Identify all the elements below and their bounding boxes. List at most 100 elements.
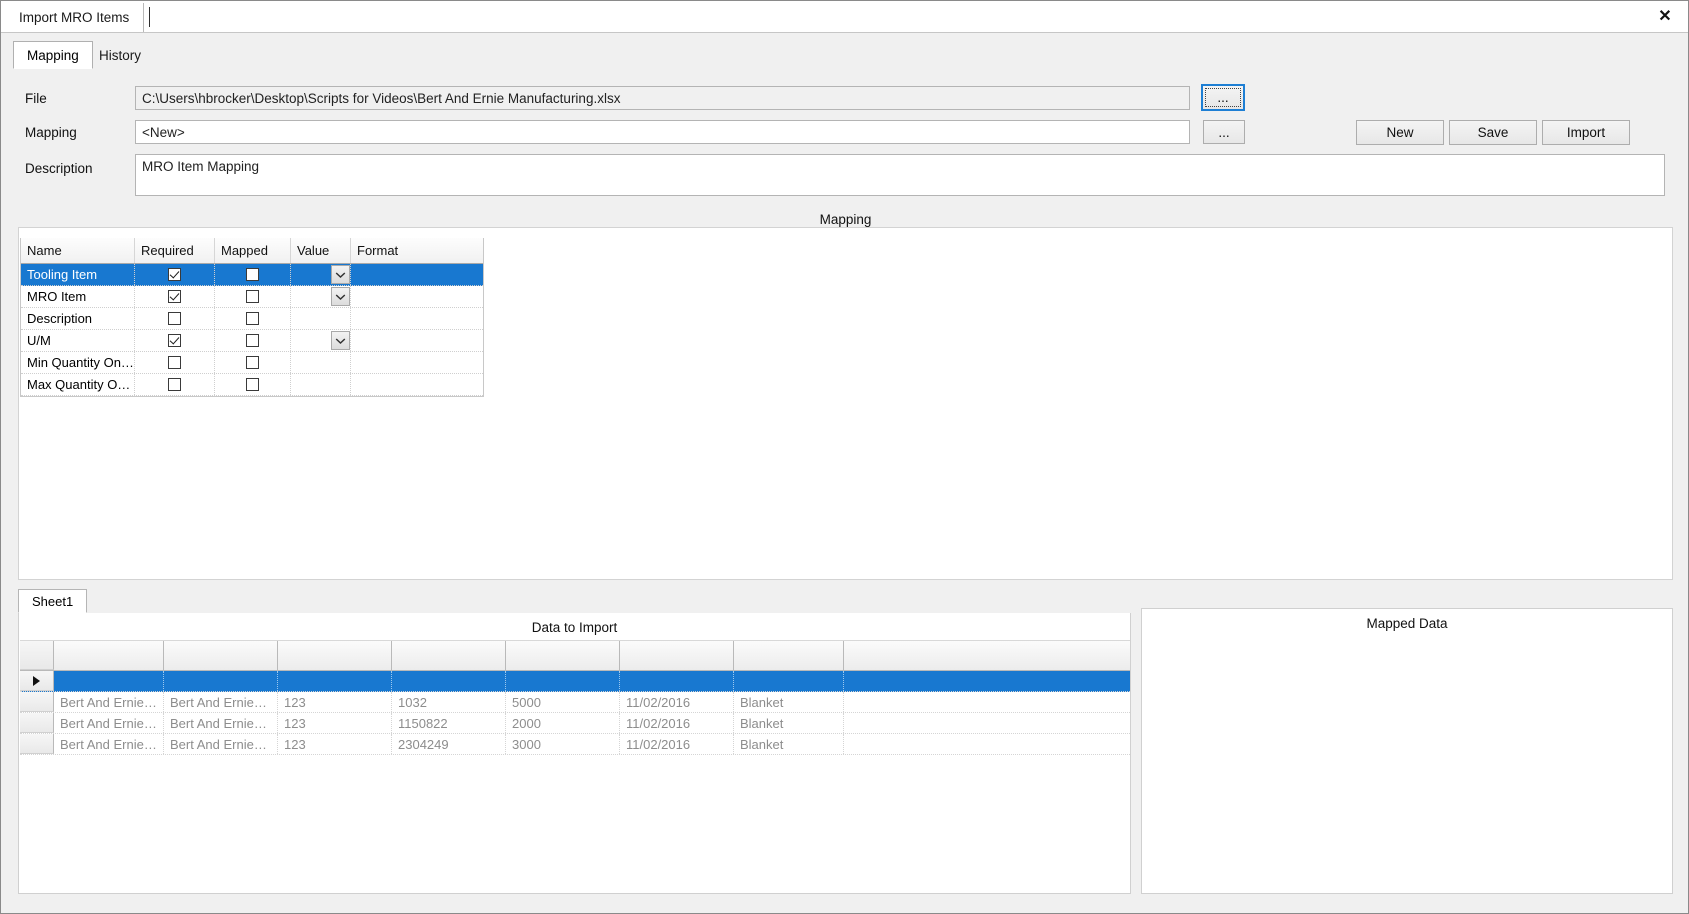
mapping-row-value-cell[interactable] (291, 374, 351, 395)
data-grid-row[interactable]: Bert And Ernie… Bert And Ernie… 123 2304249… (20, 734, 1130, 755)
data-grid-cell[interactable]: Blanket (734, 734, 844, 754)
mapping-row[interactable]: Description (21, 308, 483, 330)
data-column-header-4[interactable] (392, 641, 506, 670)
mapping-name-input[interactable] (135, 120, 1190, 144)
data-grid-cell[interactable] (164, 671, 278, 691)
mapping-row-mapped-checkbox[interactable] (215, 352, 291, 373)
mapping-row-mapped-checkbox[interactable] (215, 286, 291, 307)
save-button[interactable]: Save (1449, 120, 1537, 145)
mapping-row-format-cell[interactable] (351, 308, 483, 329)
data-grid-cell[interactable]: 11/02/2016 (620, 734, 734, 754)
chevron-down-icon[interactable] (331, 265, 350, 284)
sheet-tab-sheet1[interactable]: Sheet1 (18, 589, 88, 613)
mapping-row[interactable]: U/M (21, 330, 483, 352)
mapping-row-format-cell[interactable] (351, 330, 483, 351)
mapping-row-format-cell[interactable] (351, 352, 483, 373)
description-textarea[interactable] (135, 154, 1665, 196)
checkbox-icon (246, 356, 259, 369)
column-header-format[interactable]: Format (351, 238, 483, 263)
mapping-row-value-cell[interactable] (291, 330, 351, 351)
mapping-row[interactable]: Min Quantity On… (21, 352, 483, 374)
file-browse-button[interactable]: ... (1201, 84, 1245, 111)
mapping-row[interactable]: MRO Item (21, 286, 483, 308)
mapping-browse-button[interactable]: ... (1203, 120, 1245, 144)
data-grid-cell[interactable] (278, 671, 392, 691)
new-button[interactable]: New (1356, 120, 1444, 145)
column-header-name[interactable]: Name (21, 238, 135, 263)
mapped-data-caption: Mapped Data (1366, 616, 1448, 631)
data-grid-cell[interactable]: 11/02/2016 (620, 692, 734, 712)
mapping-row-required-checkbox[interactable] (135, 374, 215, 395)
data-column-header-2[interactable] (164, 641, 278, 670)
tab-mapping[interactable]: Mapping (13, 41, 93, 69)
tab-history[interactable]: History (85, 41, 156, 69)
data-grid-cell[interactable] (734, 671, 844, 691)
data-grid-cell[interactable]: Bert And Ernie… (54, 692, 164, 712)
data-grid-cell[interactable]: Blanket (734, 713, 844, 733)
data-grid-cell[interactable]: 123 (278, 734, 392, 754)
data-column-header-5[interactable] (506, 641, 620, 670)
chevron-down-icon[interactable] (331, 331, 350, 350)
data-grid-cell[interactable]: Bert And Ernie… (164, 734, 278, 754)
data-grid-cell[interactable] (54, 671, 164, 691)
data-grid-cell[interactable] (392, 671, 506, 691)
panel-splitter[interactable] (1134, 608, 1139, 894)
mapping-row-mapped-checkbox[interactable] (215, 330, 291, 351)
data-grid-cell[interactable]: 2000 (506, 713, 620, 733)
data-column-header-3[interactable] (278, 641, 392, 670)
mapping-row-mapped-checkbox[interactable] (215, 308, 291, 329)
data-row-header[interactable] (20, 713, 54, 733)
document-tab-import-mro-items[interactable]: Import MRO Items (9, 3, 145, 32)
data-grid-cell[interactable]: 5000 (506, 692, 620, 712)
data-grid-row[interactable]: Bert And Ernie… Bert And Ernie… 123 1150822… (20, 713, 1130, 734)
data-grid-cell[interactable] (620, 671, 734, 691)
close-icon[interactable]: ✕ (1648, 1, 1682, 32)
mapping-row-required-checkbox[interactable] (135, 264, 215, 285)
data-row-header[interactable] (20, 734, 54, 754)
column-header-required[interactable]: Required (135, 238, 215, 263)
data-row-header[interactable] (20, 671, 54, 691)
mapping-row-format-cell[interactable] (351, 286, 483, 307)
mapping-row-value-cell[interactable] (291, 286, 351, 307)
data-grid-cell[interactable]: Bert And Ernie… (54, 734, 164, 754)
file-path-input[interactable] (135, 86, 1190, 110)
data-row-header[interactable] (20, 692, 54, 712)
data-grid-cell[interactable]: 2304249 (392, 734, 506, 754)
data-column-header-filler (844, 641, 1130, 670)
data-grid-cell[interactable]: 123 (278, 713, 392, 733)
data-grid-cell[interactable]: Bert And Ernie… (164, 692, 278, 712)
mapping-row-required-checkbox[interactable] (135, 352, 215, 373)
mapping-row-required-checkbox[interactable] (135, 308, 215, 329)
data-column-header-1[interactable] (54, 641, 164, 670)
data-column-header-6[interactable] (620, 641, 734, 670)
column-header-value[interactable]: Value (291, 238, 351, 263)
mapping-row-required-checkbox[interactable] (135, 286, 215, 307)
data-grid-cell[interactable]: 3000 (506, 734, 620, 754)
import-button[interactable]: Import (1542, 120, 1630, 145)
mapping-row-value-cell[interactable] (291, 264, 351, 285)
mapping-row-mapped-checkbox[interactable] (215, 264, 291, 285)
data-grid-cell[interactable]: 1150822 (392, 713, 506, 733)
data-grid-cell[interactable]: Bert And Ernie… (54, 713, 164, 733)
data-grid-cell[interactable] (506, 671, 620, 691)
mapping-row-value-cell[interactable] (291, 352, 351, 373)
chevron-down-icon[interactable] (331, 287, 350, 306)
data-grid-row[interactable]: Bert And Ernie… Bert And Ernie… 123 1032 500… (20, 692, 1130, 713)
data-grid-cell[interactable]: 1032 (392, 692, 506, 712)
mapping-row-format-cell[interactable] (351, 374, 483, 395)
data-column-header-7[interactable] (734, 641, 844, 670)
mapping-row-mapped-checkbox[interactable] (215, 374, 291, 395)
mapping-browse-button-label: ... (1218, 124, 1230, 140)
data-grid-cell[interactable]: Blanket (734, 692, 844, 712)
mapping-row-required-checkbox[interactable] (135, 330, 215, 351)
data-grid-cell[interactable]: 11/02/2016 (620, 713, 734, 733)
data-grid-row[interactable] (20, 671, 1130, 692)
data-grid-cell[interactable]: Bert And Ernie… (164, 713, 278, 733)
mapping-row-format-cell[interactable] (351, 264, 483, 285)
mapping-row[interactable]: Tooling Item (21, 264, 483, 286)
mapping-row[interactable]: Max Quantity O… (21, 374, 483, 396)
data-grid-cell[interactable]: 123 (278, 692, 392, 712)
mapping-row-value-cell[interactable] (291, 308, 351, 329)
mapping-group-box: Mapping Name Required Mapped Value Forma… (18, 212, 1673, 580)
column-header-mapped[interactable]: Mapped (215, 238, 291, 263)
